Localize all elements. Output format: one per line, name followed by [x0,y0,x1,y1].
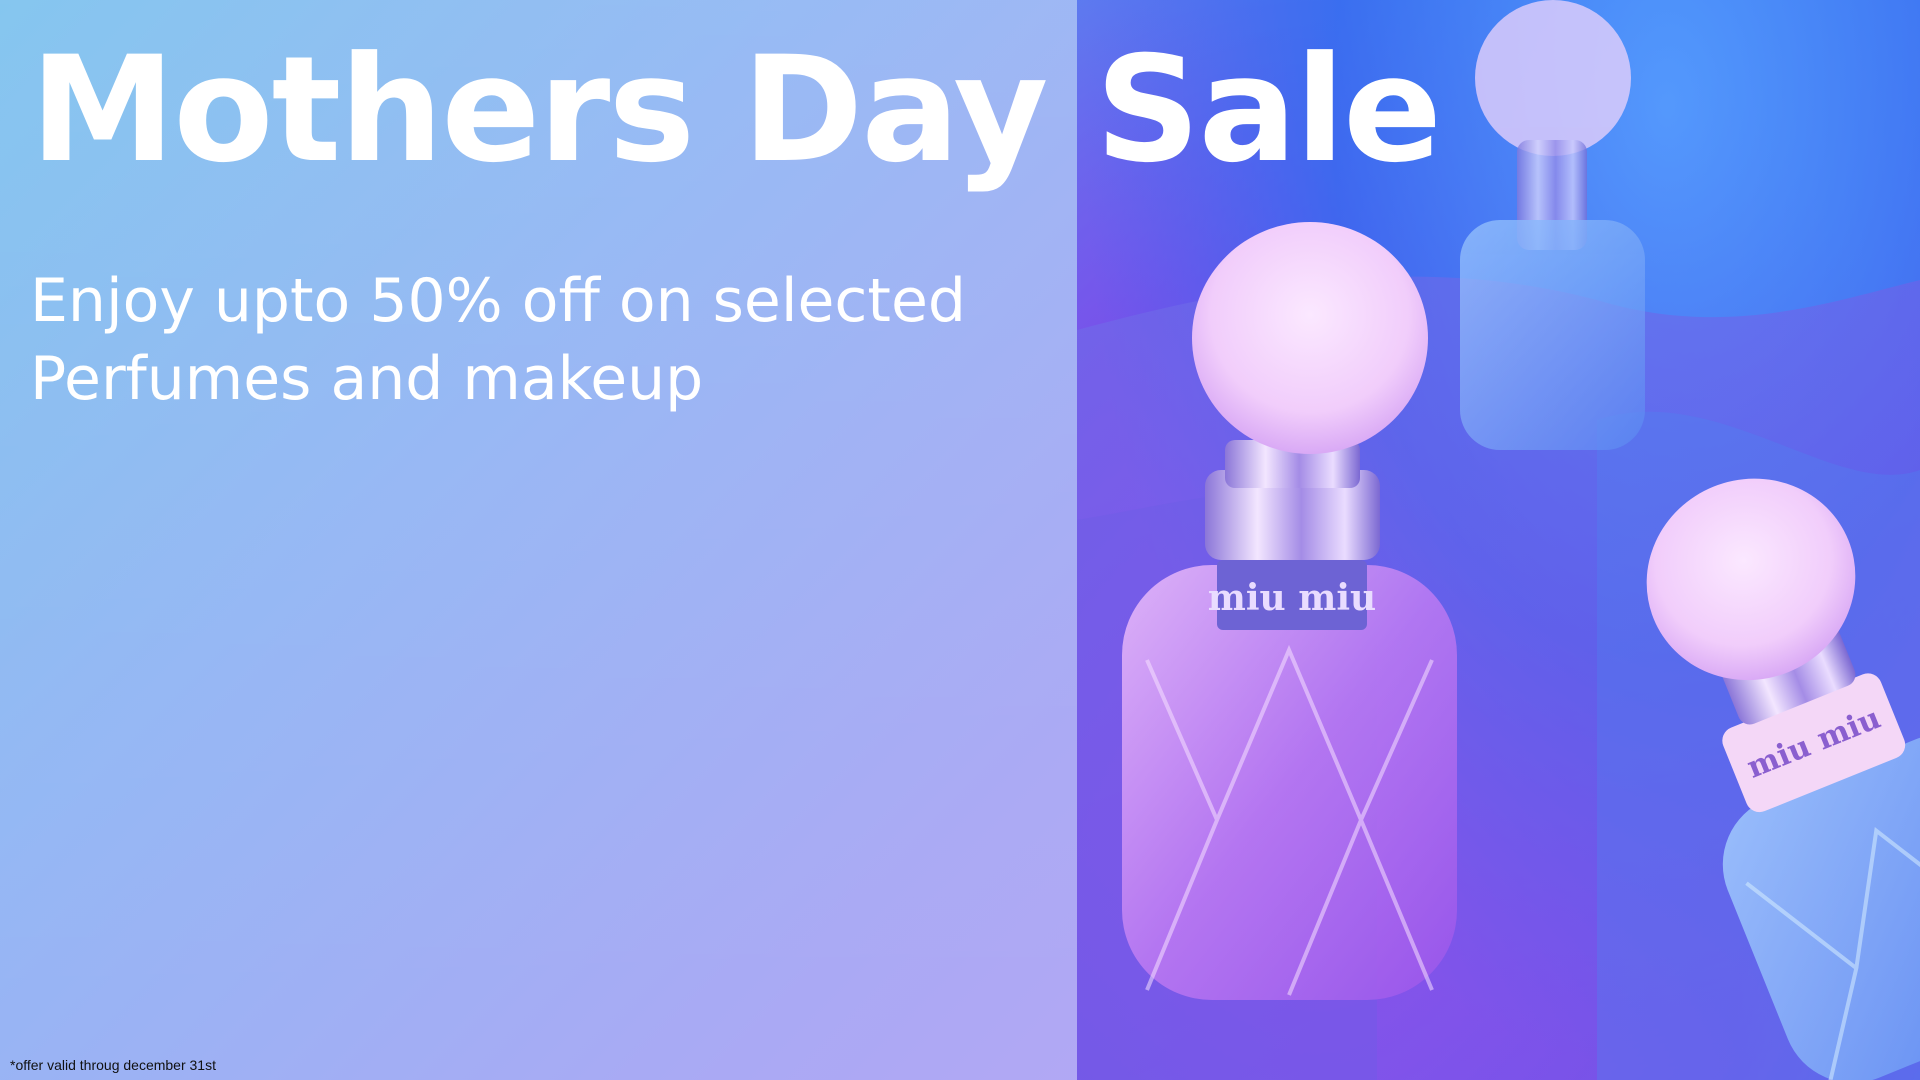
back-bottle [1460,0,1645,450]
sale-title: Mothers Day Sale [30,25,1442,195]
offer-footnote: *offer valid throug december 31st [10,1057,216,1073]
bottle-brand-front: miu miu [1208,577,1376,619]
promo-banner: miu miu miu miu Mothers Day Sale Enjoy u… [0,0,1920,1080]
sale-subtitle: Enjoy upto 50% off on selected Perfumes … [30,266,966,414]
